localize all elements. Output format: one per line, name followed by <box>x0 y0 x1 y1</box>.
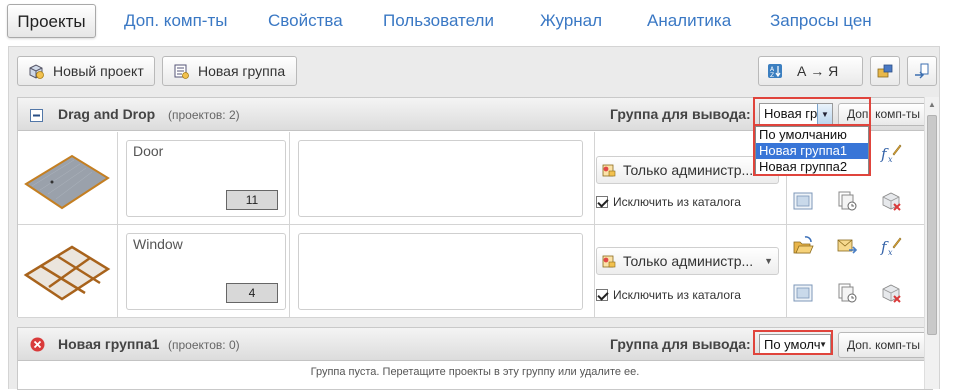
tab-analytics[interactable]: Аналитика <box>647 4 731 38</box>
delete-cube-icon[interactable] <box>880 190 902 212</box>
output-group-label: Группа для вывода: <box>610 336 751 352</box>
delete-cube-icon[interactable] <box>880 282 902 304</box>
delete-group-icon[interactable] <box>30 337 45 352</box>
project-name-box[interactable]: Door 11 <box>126 140 286 217</box>
image-frame-icon[interactable] <box>792 190 814 212</box>
new-project-icon <box>29 64 44 79</box>
project-row[interactable]: Window 4 Только администр... ▼ Исключить… <box>18 225 932 318</box>
tab-addons[interactable]: Доп. комп-ты <box>124 4 227 38</box>
send-mail-icon[interactable] <box>836 235 858 257</box>
exclude-catalog-checkbox[interactable]: Исключить из каталога <box>596 288 741 302</box>
access-value: Только администр... <box>623 253 754 269</box>
project-name-box[interactable]: Window 4 <box>126 233 286 310</box>
project-description[interactable] <box>298 140 583 217</box>
project-name: Door <box>133 143 164 159</box>
svg-text:Z: Z <box>770 72 774 79</box>
import-icon <box>915 63 929 79</box>
vertical-scrollbar[interactable]: ▲ <box>924 97 939 389</box>
group-count: (проектов: 2) <box>168 108 240 122</box>
admin-lock-icon <box>602 164 616 177</box>
tab-users[interactable]: Пользователи <box>383 4 494 38</box>
sort-az-icon: A Z <box>768 64 782 79</box>
group-title: Drag and Drop <box>58 106 156 122</box>
addon-button-label: Доп. комп-ты <box>847 338 921 352</box>
project-description[interactable] <box>298 233 583 310</box>
exclude-catalog-checkbox[interactable]: Исключить из каталога <box>596 195 741 209</box>
empty-group-message: Группа пуста. Перетащите проекты в эту г… <box>310 366 640 378</box>
scroll-thumb[interactable] <box>927 115 937 335</box>
group-title: Новая группа1 <box>58 336 160 352</box>
new-group-icon <box>174 64 189 79</box>
exclude-catalog-label: Исключить из каталога <box>613 288 741 302</box>
svg-text:x: x <box>888 248 893 257</box>
image-frame-icon[interactable] <box>792 282 814 304</box>
access-select[interactable]: Только администр... <box>596 156 779 184</box>
sort-button[interactable]: A Z А → Я <box>758 56 863 86</box>
project-number[interactable]: 11 <box>226 190 278 210</box>
highlight-frame <box>753 330 833 355</box>
chevron-down-icon[interactable]: ▼ <box>764 248 773 274</box>
top-nav: Проекты Доп. комп-ты Свойства Пользовате… <box>0 0 954 44</box>
export-icon <box>877 64 893 78</box>
tab-price-requests[interactable]: Запросы цен <box>770 4 872 38</box>
access-value: Только администр... <box>623 162 754 178</box>
addon-button[interactable]: Доп. комп-ты <box>838 332 930 358</box>
tab-projects[interactable]: Проекты <box>7 4 96 38</box>
svg-text:x: x <box>888 155 893 164</box>
tab-journal[interactable]: Журнал <box>540 4 602 38</box>
open-folder-icon[interactable] <box>792 235 814 257</box>
export-button[interactable] <box>870 56 900 86</box>
import-button[interactable] <box>907 56 937 86</box>
door-thumbnail <box>24 154 110 210</box>
output-group-label: Группа для вывода: <box>610 106 751 122</box>
collapse-icon[interactable] <box>30 109 43 122</box>
project-number[interactable]: 4 <box>226 283 278 303</box>
new-project-label: Новый проект <box>53 63 144 79</box>
tab-properties[interactable]: Свойства <box>268 4 343 38</box>
checkbox-checked[interactable] <box>596 196 608 208</box>
project-name: Window <box>133 236 183 252</box>
formula-icon[interactable]: f x <box>880 235 902 257</box>
sort-label: А → Я <box>797 63 839 79</box>
access-select[interactable]: Только администр... ▼ <box>596 247 779 275</box>
thumbnail-cell <box>18 225 118 317</box>
new-group-button[interactable]: Новая группа <box>162 56 297 86</box>
scroll-up-icon[interactable]: ▲ <box>927 99 937 111</box>
admin-lock-icon <box>602 255 616 268</box>
highlight-frame <box>753 124 871 176</box>
window-thumbnail <box>23 245 111 301</box>
group-count: (проектов: 0) <box>168 338 240 352</box>
new-project-button[interactable]: Новый проект <box>17 56 155 86</box>
thumbnail-cell <box>18 132 118 224</box>
checkbox-checked[interactable] <box>596 289 608 301</box>
copy-history-icon[interactable] <box>836 190 858 212</box>
formula-icon[interactable]: f x <box>880 142 902 164</box>
copy-history-icon[interactable] <box>836 282 858 304</box>
new-group-label: Новая группа <box>198 63 286 79</box>
exclude-catalog-label: Исключить из каталога <box>613 195 741 209</box>
